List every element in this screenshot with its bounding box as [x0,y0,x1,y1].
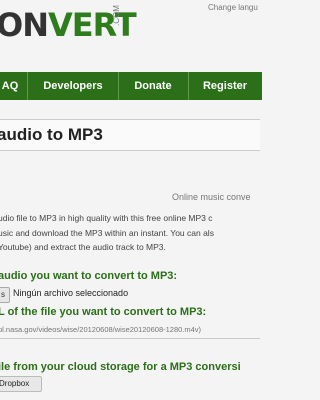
page-title: audio to MP3 [0,125,103,144]
cloud-storage-label: ile from your cloud storage for a MP3 co… [0,361,241,373]
description-line: usic and download the MP3 within an inst… [0,228,214,238]
choose-file-button[interactable]: s [0,287,10,303]
nav-item-donate[interactable]: Donate [122,72,184,100]
upload-label: audio you want to convert to MP3: [0,270,178,282]
logo-text-right: VERT [47,6,137,44]
file-status: Ningún archivo seleccionado [13,288,129,298]
logo-domain: .COM [112,5,121,26]
nav-item-register[interactable]: Register [192,72,258,100]
logo-text-left: ON [0,6,49,44]
page-subtitle: Online music conve [172,192,251,202]
main-nav: AQ Developers Donate Register [0,72,262,100]
nav-item-faq[interactable]: AQ [0,72,20,100]
nav-item-developers[interactable]: Developers [32,72,114,100]
nav-divider [118,72,119,100]
change-language-link[interactable]: Change langu [208,3,258,12]
url-label: L of the file you want to convert to MP3… [0,306,207,318]
dropbox-button[interactable]: Dropbox [0,376,42,392]
description-line: udio file to MP3 in high quality with th… [0,213,213,223]
url-input[interactable] [0,320,260,339]
nav-divider [27,72,28,100]
nav-divider [188,72,189,100]
description-line: Youtube) and extract the audio track to … [0,242,166,252]
